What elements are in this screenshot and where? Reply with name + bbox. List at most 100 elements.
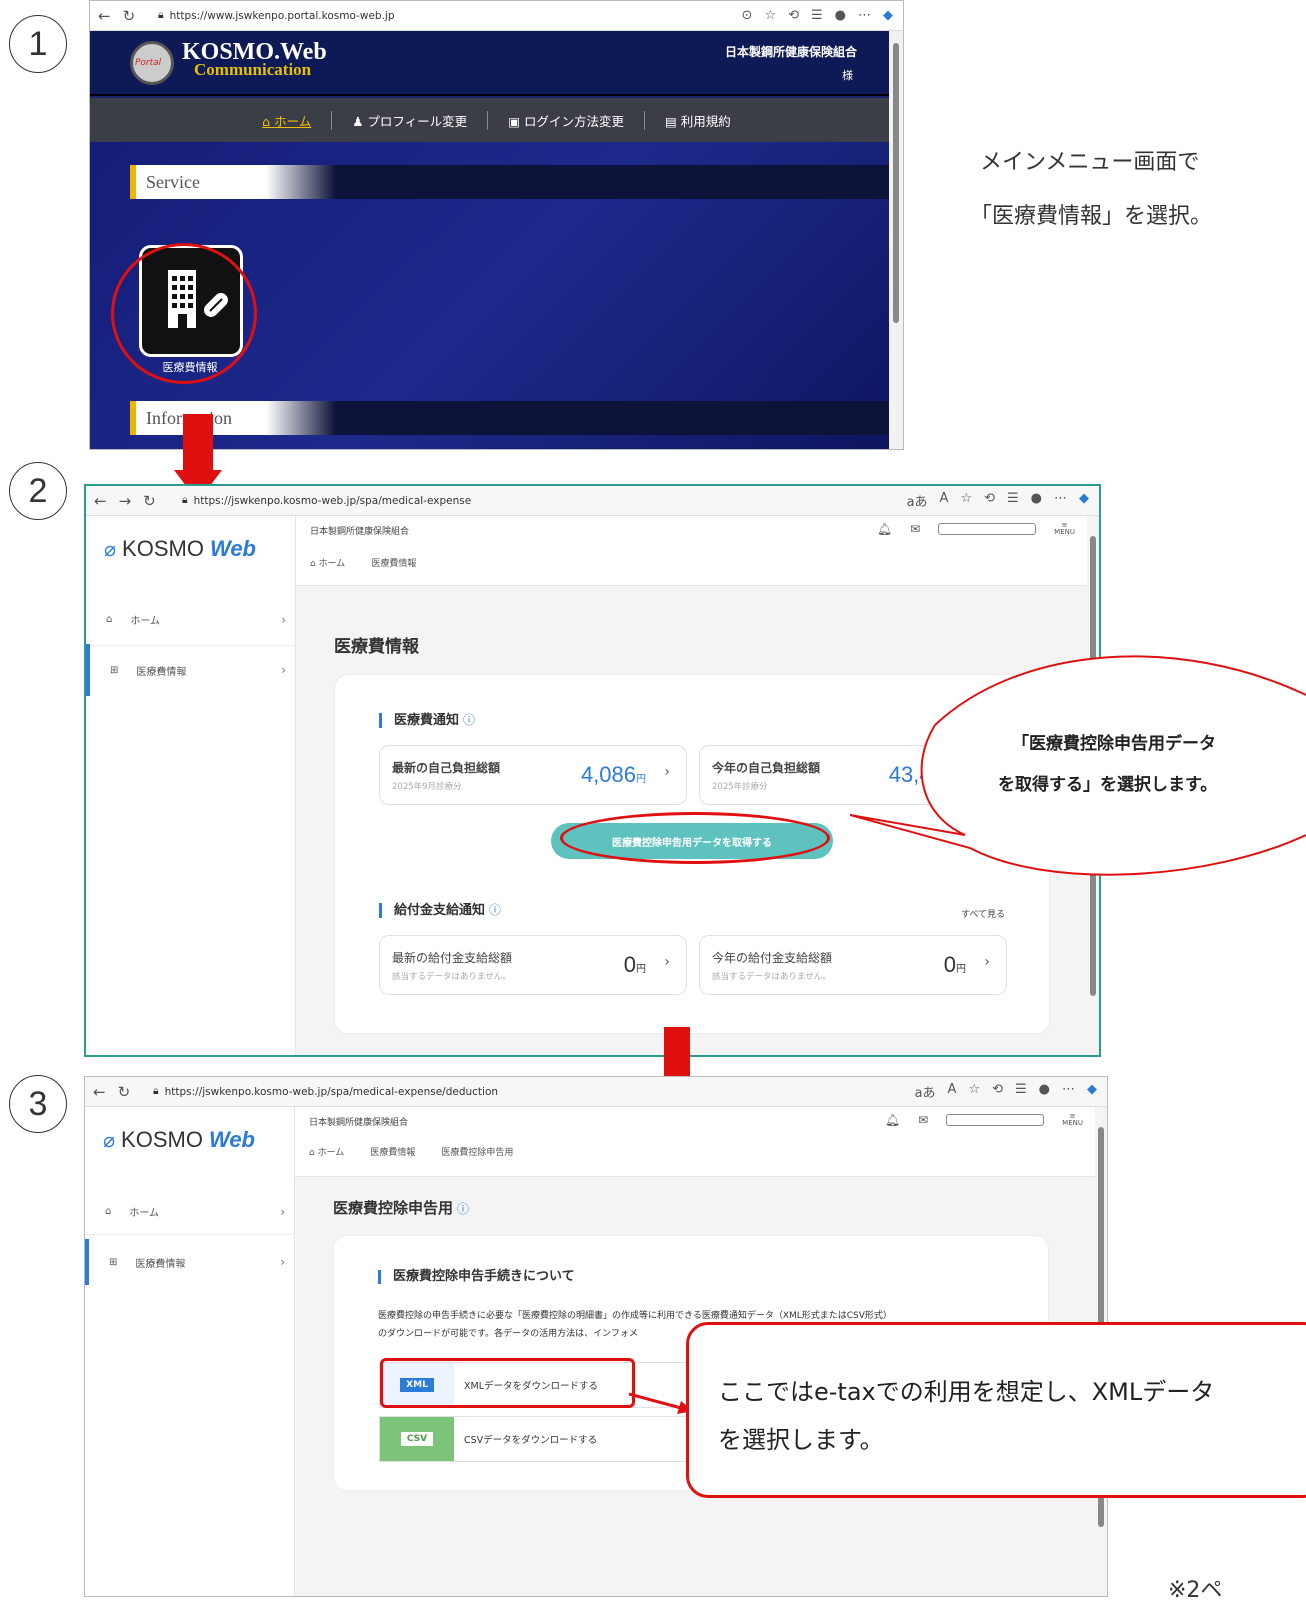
breadcrumb: ⌂ ホーム 医療費情報 (310, 556, 416, 569)
url-text[interactable]: https://www.jswkenpo.portal.kosmo-web.jp (170, 10, 395, 22)
see-all-link-2[interactable]: すべて見る (961, 907, 1005, 920)
crumb-medical[interactable]: 医療費情報 (370, 1145, 415, 1158)
back-icon[interactable]: ← (98, 7, 111, 25)
menu-button[interactable]: ≡ MENU (1054, 522, 1075, 536)
favorites-bar-icon[interactable]: ☰ (811, 8, 823, 23)
extensions-icon-2[interactable]: ⟲ (984, 491, 995, 510)
menu-label: MENU (1054, 528, 1075, 536)
crumb-home[interactable]: ⌂ ホーム (309, 1145, 344, 1158)
profile-icon-2[interactable]: ● (1031, 491, 1042, 510)
sidebar-item-medical[interactable]: ⊞ 医療費情報 › (86, 644, 296, 696)
box2-title: 今年の自己負担総額 (712, 761, 821, 775)
crumb-deduction[interactable]: 医療費控除申告用 (441, 1145, 513, 1158)
info-icon[interactable]: ⓘ (489, 903, 501, 917)
org-name: 日本製鋼所健康保険組合 (309, 1118, 409, 1128)
yen-unit: 円 (636, 774, 646, 785)
favorite-icon-3[interactable]: ☆ (968, 1082, 980, 1101)
bell-icon[interactable]: 🔔︎ (885, 1113, 900, 1127)
favorite-icon-2[interactable]: ☆ (960, 491, 972, 510)
nav-login-label: ログイン方法変更 (523, 113, 624, 129)
back-icon-3[interactable]: ← (93, 1083, 106, 1101)
profile-icon-3[interactable]: ● (1039, 1082, 1050, 1101)
url-text-3[interactable]: https://jswkenpo.kosmo-web.jp/spa/medica… (165, 1086, 498, 1098)
info-icon[interactable]: ⓘ (457, 1202, 469, 1216)
chevron-right-icon: › (664, 954, 670, 970)
copilot-icon[interactable]: ◆ (883, 8, 893, 23)
sidebar-item-medical[interactable]: ⊞ 医療費情報 › (85, 1239, 295, 1285)
kosmo-logo-3: ⌀ KOSMO Web (103, 1127, 255, 1153)
deduction-heading: 医療費控除申告手続きについて (378, 1270, 575, 1284)
copilot-icon-3[interactable]: ◆ (1087, 1082, 1097, 1101)
chevron-right-icon: › (664, 764, 670, 780)
box3-value: 0 (623, 952, 636, 977)
box1-value-wrap: 4,086円 (581, 762, 646, 788)
reader-icon-3[interactable]: aあ (915, 1082, 936, 1101)
refresh-icon-3[interactable]: ↻ (118, 1083, 131, 1101)
notice-heading-text: 医療費通知 (394, 713, 460, 728)
scrollbar[interactable] (889, 31, 903, 449)
kosmo-logo-left: KOSMO (122, 536, 204, 561)
more-tools-icon[interactable]: ⊙ (742, 8, 753, 23)
csv-badge: CSV (400, 1432, 434, 1446)
info-icon[interactable]: ⓘ (463, 713, 475, 727)
back-icon-2[interactable]: ← (94, 492, 107, 510)
forward-icon-2[interactable]: → (119, 492, 132, 510)
portal-nav: ⌂ ホーム ♟ プロフィール変更 ▣ ログイン方法変更 ▤ 利用規約 (90, 98, 903, 142)
home-icon: ⌂ (106, 614, 113, 625)
refresh-icon-2[interactable]: ↻ (143, 492, 156, 510)
menu-button[interactable]: ≡ MENU (1062, 1113, 1083, 1127)
favorites-bar-icon-2[interactable]: ☰ (1007, 491, 1019, 510)
note1-line1: メインメニュー画面で (980, 150, 1200, 175)
notice-heading: 医療費通知 ⓘ (379, 713, 475, 728)
plus-square-icon: ⊞ (110, 664, 119, 676)
latest-copay-box[interactable]: 最新の自己負担総額 2025年9月診療分 4,086円 › (379, 745, 687, 805)
year-benefit-box[interactable]: 今年の給付金支給総額 該当するデータはありません。 0円 › (699, 935, 1007, 995)
nav-profile[interactable]: ♟ プロフィール変更 (332, 110, 489, 130)
user-name-box[interactable] (938, 523, 1037, 535)
org-name: 日本製鋼所健康保険組合 (310, 527, 410, 537)
highlight-rect-3 (380, 1358, 635, 1408)
sidebar-item-home[interactable]: ⌂ ホーム › (85, 1189, 295, 1235)
crumb-medical[interactable]: 医療費情報 (371, 556, 416, 569)
latest-benefit-box[interactable]: 最新の給付金支給総額 該当するデータはありません。 0円 › (379, 935, 687, 995)
user-name-box[interactable] (946, 1114, 1045, 1126)
read-aloud-icon-3[interactable]: A (948, 1082, 957, 1101)
nav-login-method[interactable]: ▣ ログイン方法変更 (488, 110, 645, 130)
menu-icon[interactable]: ⋯ (858, 8, 871, 23)
callout3-line2: を選択します。 (718, 1426, 884, 1454)
mail-icon[interactable]: ✉ (910, 522, 920, 536)
menu-icon-2[interactable]: ⋯ (1054, 491, 1067, 510)
url-text-2[interactable]: https://jswkenpo.kosmo-web.jp/spa/medica… (194, 495, 472, 507)
nav-home[interactable]: ⌂ ホーム (242, 110, 333, 130)
favorite-icon[interactable]: ☆ (764, 8, 776, 23)
bell-icon[interactable]: 🔔︎ (877, 522, 892, 536)
copilot-icon-2[interactable]: ◆ (1079, 491, 1089, 510)
nav-terms[interactable]: ▤ 利用規約 (645, 111, 751, 130)
sidebar: ⌀ KOSMO Web ⌂ ホーム › ⊞ 医療費情報 › (86, 516, 296, 1055)
page-title-3-text: 医療費控除申告用 (333, 1199, 454, 1217)
plus-square-icon: ⊞ (109, 1256, 118, 1268)
chevron-right-icon: › (281, 663, 286, 677)
box4-value-wrap: 0円 (944, 952, 966, 978)
crumb-home[interactable]: ⌂ ホーム (310, 556, 345, 569)
kosmo-logo-right: Web (208, 1127, 255, 1152)
yen-unit: 円 (956, 964, 966, 975)
refresh-icon[interactable]: ↻ (123, 7, 136, 25)
note1-line2: 「医療費情報」を選択。 (970, 204, 1213, 229)
address-bar-3: ← ↻ 🔒︎ https://jswkenpo.kosmo-web.jp/spa/m… (85, 1077, 1107, 1107)
extensions-icon[interactable]: ⟲ (788, 8, 799, 23)
section-information: Information (130, 401, 890, 435)
sidebar-home-label: ホーム (130, 616, 161, 627)
reader-icon-2[interactable]: aあ (907, 491, 928, 510)
profile-icon[interactable]: ● (835, 8, 846, 23)
mail-icon[interactable]: ✉ (918, 1113, 928, 1127)
connector-arrow-3 (628, 1392, 693, 1414)
section-service: Service (130, 165, 890, 199)
read-aloud-icon-2[interactable]: A (940, 491, 949, 510)
sidebar-item-home[interactable]: ⌂ ホーム › (86, 594, 296, 646)
menu-icon-3[interactable]: ⋯ (1062, 1082, 1075, 1101)
arrow-down-1 (183, 414, 213, 472)
favorites-bar-icon-3[interactable]: ☰ (1015, 1082, 1027, 1101)
extensions-icon-3[interactable]: ⟲ (992, 1082, 1003, 1101)
portal-screenshot: ← ↻ 🔒︎ https://www.jswkenpo.portal.kosmo-w… (89, 0, 904, 450)
